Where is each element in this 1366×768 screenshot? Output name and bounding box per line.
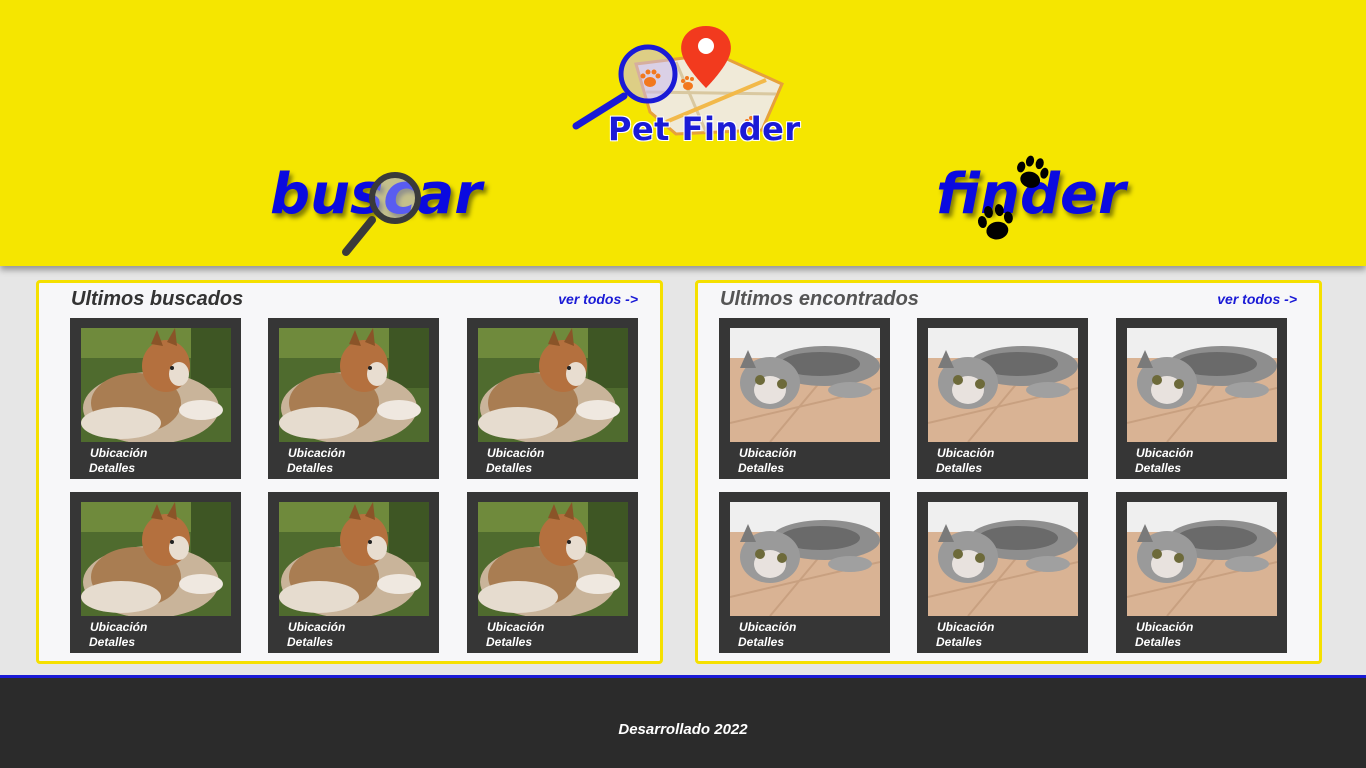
card-details: Detalles	[1135, 635, 1182, 649]
pet-card[interactable]: Ubicación Detalles	[719, 318, 890, 479]
card-location: Ubicación	[288, 620, 346, 634]
cat-photo	[928, 328, 1078, 442]
card-details: Detalles	[486, 635, 533, 649]
pet-card[interactable]: Ubicación Detalles	[467, 492, 638, 653]
card-location: Ubicación	[739, 446, 797, 460]
site-footer: Desarrollado 2022	[0, 675, 1366, 768]
footer-credit: Desarrollado 2022	[618, 721, 748, 738]
card-details: Detalles	[486, 461, 533, 475]
ver-todos-link[interactable]: ver todos ->	[1217, 291, 1297, 307]
pet-card[interactable]: Ubicación Detalles	[70, 318, 241, 479]
card-details: Detalles	[936, 461, 983, 475]
card-details: Detalles	[738, 635, 785, 649]
cat-photo	[730, 328, 880, 442]
pet-card[interactable]: Ubicación Detalles	[719, 492, 890, 653]
logo-text: Pet Finder	[608, 110, 801, 148]
ver-todos-link[interactable]: ver todos ->	[558, 291, 638, 307]
paw-prints-icon	[975, 152, 1052, 243]
dog-photo	[478, 502, 628, 616]
card-location: Ubicación	[1136, 446, 1194, 460]
card-details: Detalles	[89, 461, 136, 475]
pet-card[interactable]: Ubicación Detalles	[268, 318, 439, 479]
card-details: Detalles	[287, 635, 334, 649]
cat-photo	[1127, 502, 1277, 616]
panel-ultimos-encontrados: Ultimos encontrados ver todos -> Ubicaci…	[695, 280, 1322, 664]
pet-card[interactable]: Ubicación Detalles	[917, 492, 1088, 653]
dog-photo	[81, 328, 231, 442]
dog-photo	[279, 502, 429, 616]
pet-card[interactable]: Ubicación Detalles	[268, 492, 439, 653]
card-location: Ubicación	[288, 446, 346, 460]
card-location: Ubicación	[90, 620, 148, 634]
card-location: Ubicación	[937, 446, 995, 460]
panel-title: Ultimos buscados	[71, 288, 244, 310]
pet-card[interactable]: Ubicación Detalles	[70, 492, 241, 653]
card-details: Detalles	[738, 461, 785, 475]
card-details: Detalles	[287, 461, 334, 475]
dog-photo	[279, 328, 429, 442]
card-location: Ubicación	[487, 446, 545, 460]
pet-card[interactable]: Ubicación Detalles	[917, 318, 1088, 479]
pet-card[interactable]: Ubicación Detalles	[1116, 318, 1287, 479]
cat-photo	[730, 502, 880, 616]
card-details: Detalles	[1135, 461, 1182, 475]
cat-photo	[1127, 328, 1277, 442]
panel-title: Ultimos encontrados	[720, 288, 919, 310]
card-location: Ubicación	[1136, 620, 1194, 634]
pet-card[interactable]: Ubicación Detalles	[467, 318, 638, 479]
site-header: Pet Finder buscar finder	[0, 0, 1366, 266]
magnifier-icon	[342, 172, 421, 256]
card-location: Ubicación	[487, 620, 545, 634]
card-location: Ubicación	[739, 620, 797, 634]
panel-ultimos-buscados: Ultimos buscados ver todos -> Ubicación …	[36, 280, 663, 664]
nav-buscar-link[interactable]: buscar	[270, 160, 482, 256]
card-details: Detalles	[89, 635, 136, 649]
pet-finder-logo[interactable]: Pet Finder	[566, 22, 800, 150]
dog-photo	[478, 328, 628, 442]
cat-photo	[928, 502, 1078, 616]
nav-finder-link[interactable]: finder	[936, 152, 1126, 243]
card-details: Detalles	[936, 635, 983, 649]
card-location: Ubicación	[90, 446, 148, 460]
pet-card[interactable]: Ubicación Detalles	[1116, 492, 1287, 653]
dog-photo	[81, 502, 231, 616]
card-location: Ubicación	[937, 620, 995, 634]
